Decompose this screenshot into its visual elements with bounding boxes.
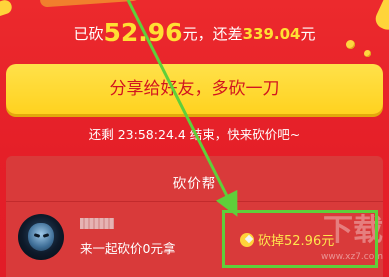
remaining-amount: 339.04 xyxy=(242,25,301,43)
panel-title: 砍价帮 xyxy=(172,176,217,192)
helper-action: 来一起砍价0元拿 xyxy=(80,241,176,256)
blurred-username xyxy=(80,218,114,229)
highlight-box xyxy=(222,210,378,268)
coin-icon xyxy=(364,50,371,57)
decor-streak xyxy=(0,0,14,20)
bargain-screen: 已砍52.96元，还差339.04元 分享给好友，多砍一刀 还剩 23:58:2… xyxy=(0,0,389,277)
countdown-timer: 还剩 23:58:24.4 结束，快来砍价吧~ xyxy=(88,127,301,142)
status-unit: 元 xyxy=(300,25,316,43)
status-prefix: 已砍 xyxy=(73,25,104,43)
decor-streak xyxy=(39,0,141,8)
share-button[interactable]: 分享给好友，多砍一刀 xyxy=(6,64,383,114)
status-unit: 元，还差 xyxy=(182,25,243,43)
divider xyxy=(6,201,383,202)
bargain-status: 已砍52.96元，还差339.04元 xyxy=(0,18,389,47)
cut-amount: 52.96 xyxy=(103,18,183,47)
avatar-face xyxy=(28,223,54,251)
avatar xyxy=(18,214,64,260)
